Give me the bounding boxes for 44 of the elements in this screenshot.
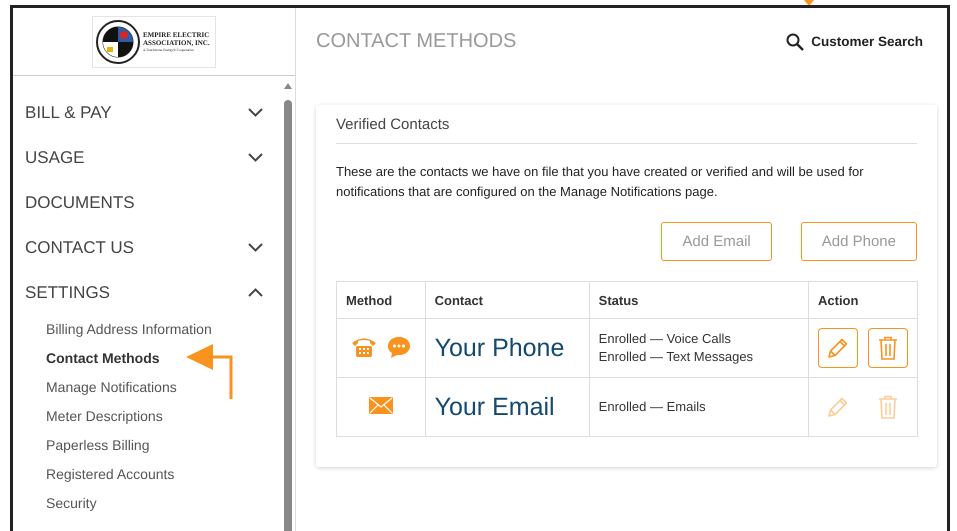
pointer-arrow-icon [804,0,814,6]
chevron-up-icon [248,288,263,297]
scroll-up-arrow-icon [284,83,292,89]
trash-icon [878,395,898,419]
contact-name: Your Email [434,392,555,420]
nav-subitem[interactable]: Paperless Billing [13,431,150,460]
delete-button[interactable] [868,328,908,368]
nav-menu-item[interactable]: DOCUMENTS [13,180,295,225]
chat-bubble-icon [386,336,411,358]
card-description: These are the contacts we have on file that you have created or verified and will be used for notifications that are configured on the Manage Notifications page. [336,163,865,201]
envelope-icon [368,397,393,414]
annotation-arrow-icon [185,341,235,399]
column-header: Action [808,282,918,318]
customer-search-link[interactable]: Customer Search [786,32,923,50]
pencil-icon [826,336,850,360]
card-title: Verified Contacts [336,105,917,144]
nav-menu-item[interactable]: BILL & PAY [13,90,295,135]
nav-menu-item[interactable]: SETTINGS [13,270,295,315]
chevron-down-icon [248,153,263,162]
nav-subitem[interactable]: Billing Address Information [13,315,212,344]
search-icon [786,32,804,50]
page-title: CONTACT METHODS [316,30,516,53]
nav-menu-item[interactable]: CONTACT US [13,225,295,270]
telephone-icon [350,336,377,358]
nav-subitem[interactable]: Registered Accounts [13,460,174,489]
chevron-down-icon [248,108,263,117]
nav-subitem[interactable]: Security [13,489,97,518]
scrollbar-thumb[interactable] [284,100,292,531]
column-header: Contact [425,282,590,318]
nav-subitem[interactable]: Manage Notifications [13,373,177,402]
status-text: Enrolled — Text Messages [598,348,754,366]
seal-drawing [96,20,140,64]
nav-subitem[interactable]: Meter Descriptions [13,402,163,431]
chevron-down-icon [248,243,263,252]
column-header: Method [336,282,426,318]
status-text: Enrolled — Emails [598,398,707,416]
status-text: Enrolled — Voice Calls [598,330,732,348]
column-header: Status [589,282,808,318]
trash-icon [878,336,898,360]
nav-subitem[interactable]: Contact Methods [13,344,160,373]
edit-button[interactable] [818,328,858,368]
contact-name: Your Phone [434,334,564,362]
pencil-icon [826,395,850,419]
nav-menu-item[interactable]: USAGE [13,135,295,180]
